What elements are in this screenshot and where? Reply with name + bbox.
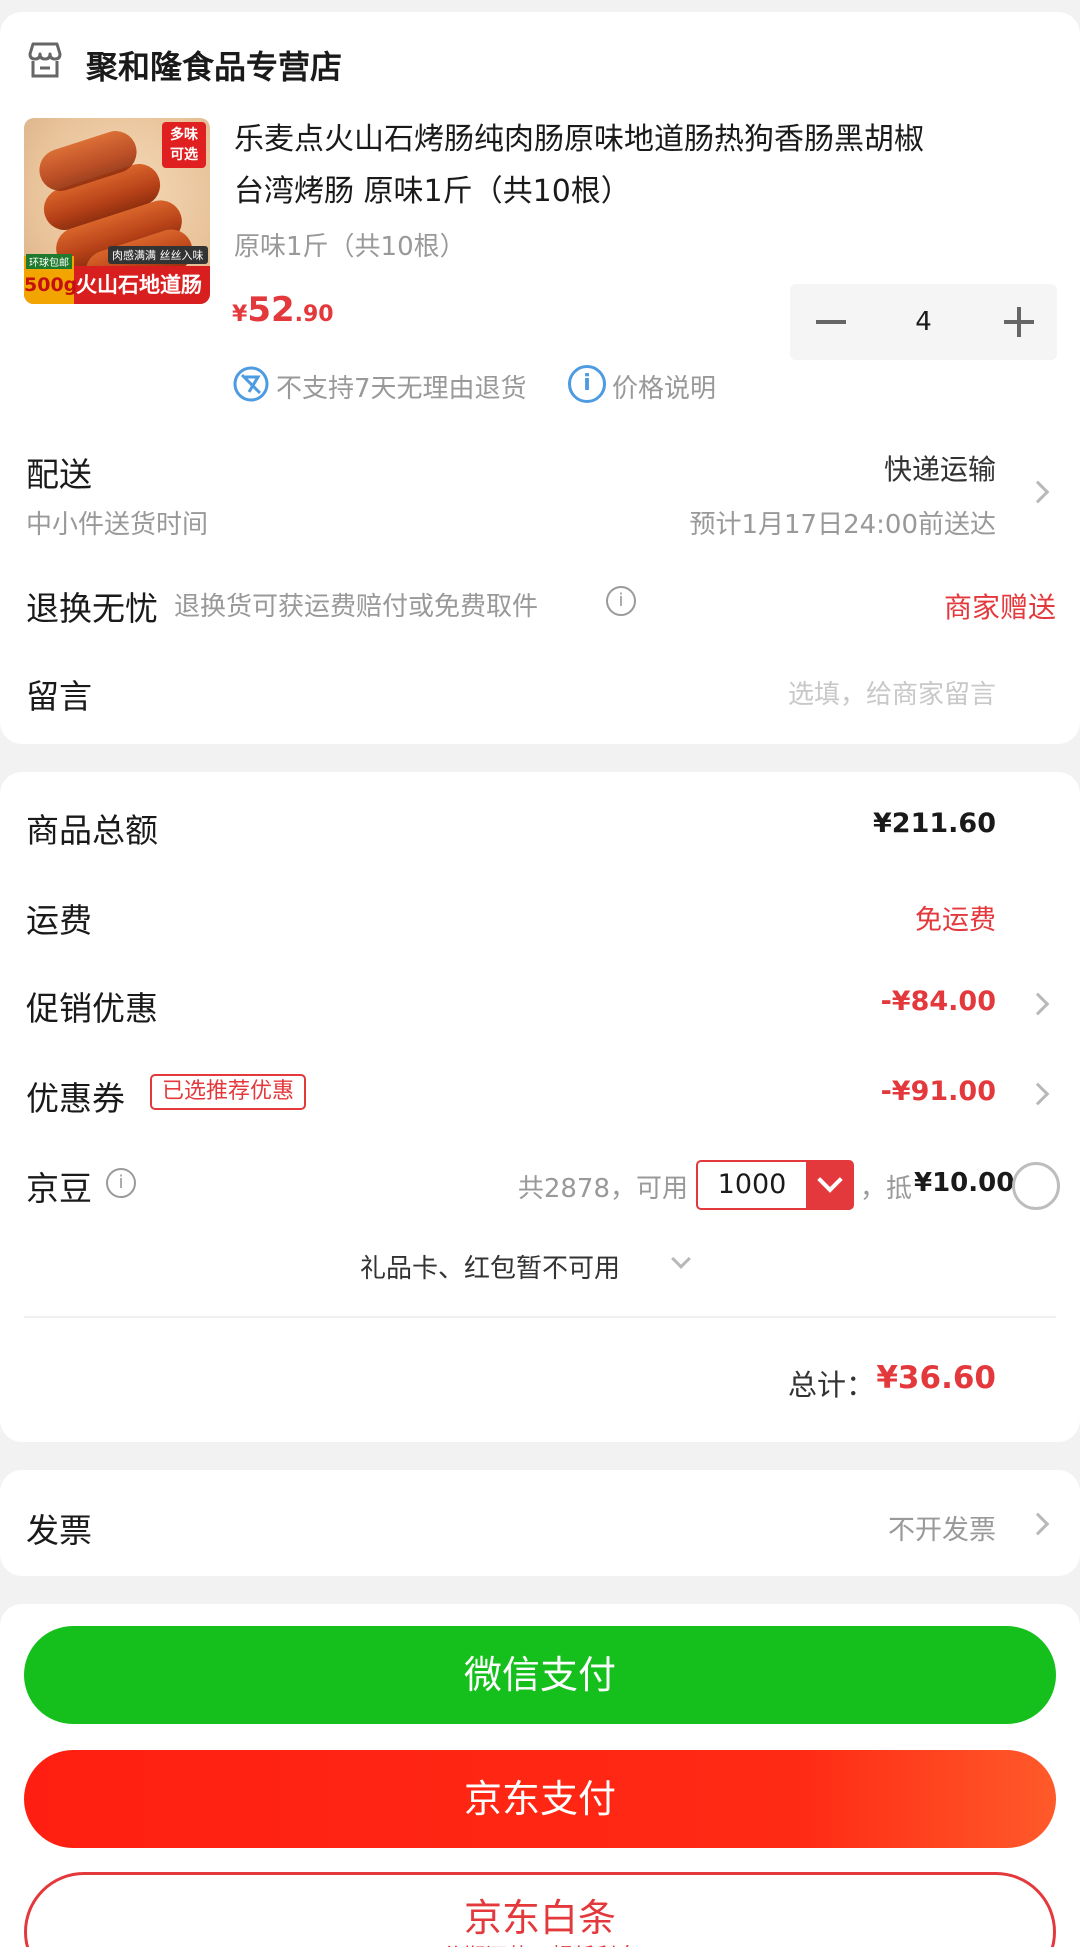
baitiao-sub: 分期还款 · 超低利息 [27, 1939, 1053, 1947]
chevron-down-icon[interactable] [806, 1160, 854, 1210]
coupon-label: 优惠券 [26, 1079, 125, 1118]
price-note-link[interactable]: 价格说明 [612, 368, 716, 405]
product-title-line1[interactable]: 乐麦点火山石烤肠纯肉肠原味地道肠热狗香肠黑胡椒 [234, 120, 924, 160]
minus-icon[interactable] [816, 320, 846, 324]
total-label: 总计： [788, 1368, 876, 1402]
beans-amount-select[interactable]: 1000 [696, 1160, 806, 1210]
coupon-recommend-tag: 已选推荐优惠 [150, 1074, 307, 1110]
beans-deduct-value: ¥10.00 [914, 1168, 1015, 1198]
chevron-right-icon[interactable] [1026, 1082, 1050, 1106]
promo-label: 促销优惠 [26, 989, 158, 1028]
product-title-line2[interactable]: 台湾烤肠 原味1斤（共10根） [234, 172, 631, 212]
thumb-note: 肉感满满 丝丝入味 [108, 246, 208, 264]
beans-deduct-prefix: ，抵 [860, 1174, 913, 1204]
info-icon[interactable]: i [568, 365, 606, 403]
no-return-icon [233, 366, 269, 402]
store-icon [28, 42, 62, 78]
promo-value[interactable]: -¥84.00 [881, 986, 996, 1017]
price-summary-card: 商品总额 ¥211.60 运费 免运费 促销优惠 -¥84.00 优惠券 已选推… [0, 772, 1080, 1442]
exchange-desc: 退换货可获运费赔付或免费取件 [174, 592, 539, 622]
beans-radio[interactable] [1012, 1162, 1060, 1210]
invoice-row[interactable]: 发票 不开发票 [0, 1470, 1080, 1576]
info-icon[interactable]: i [606, 586, 636, 616]
thumb-variety-tag: 多味 可选 [162, 122, 206, 168]
message-label: 留言 [26, 677, 92, 716]
order-item-card: 聚和隆食品专营店 多味 可选 肉感满满 丝丝入味 火山石地道肠 500g 环球包… [0, 12, 1080, 744]
total-value: ¥36.60 [876, 1360, 996, 1396]
invoice-label: 发票 [26, 1511, 92, 1550]
shipping-value: 免运费 [915, 905, 996, 936]
shipping-label: 运费 [26, 901, 92, 940]
beans-available: 共2878，可用 [517, 1174, 688, 1204]
goods-total-label: 商品总额 [26, 811, 158, 850]
delivery-sub: 中小件送货时间 [26, 510, 209, 540]
divider [24, 1316, 1056, 1318]
chevron-right-icon[interactable] [1026, 480, 1050, 504]
delivery-method[interactable]: 快递运输 [884, 448, 996, 488]
exchange-value[interactable]: 商家赠送 [944, 586, 1056, 626]
delivery-label: 配送 [26, 455, 92, 494]
quantity-stepper: 4 [790, 284, 1057, 360]
gift-card-note[interactable]: 礼品卡、红包暂不可用 [360, 1248, 620, 1285]
no-return-text: 不支持7天无理由退货 [276, 374, 527, 404]
message-input[interactable]: 选填，给商家留言 [788, 674, 996, 711]
exchange-label: 退换无忧 [26, 589, 158, 628]
baitiao-label: 京东白条 [463, 1896, 616, 1940]
beans-label: 京豆 [26, 1169, 92, 1208]
product-spec[interactable]: 原味1斤（共10根） [234, 226, 466, 263]
product-thumbnail[interactable]: 多味 可选 肉感满满 丝丝入味 火山石地道肠 500g 环球包邮 [24, 118, 210, 304]
delivery-eta[interactable]: 预计1月17日24:00前送达 [689, 504, 996, 541]
store-name[interactable]: 聚和隆食品专营店 [86, 42, 342, 88]
quantity-value[interactable]: 4 [890, 284, 957, 360]
plus-icon-vertical [1017, 307, 1021, 337]
product-price: ¥52.90 [232, 290, 334, 330]
chevron-right-icon[interactable] [1026, 1512, 1050, 1536]
coupon-value[interactable]: -¥91.00 [881, 1076, 996, 1107]
jd-baitiao-button[interactable]: 京东白条 分期还款 · 超低利息 [24, 1872, 1056, 1947]
wechat-pay-button[interactable]: 微信支付 [24, 1626, 1056, 1724]
goods-total-value: ¥211.60 [873, 808, 996, 839]
chevron-down-icon[interactable] [671, 1249, 691, 1269]
invoice-value[interactable]: 不开发票 [888, 1508, 996, 1547]
thumb-top-badge: 环球包邮 [26, 254, 72, 269]
chevron-right-icon[interactable] [1026, 992, 1050, 1016]
payment-options-card: 微信支付 京东支付 京东白条 分期还款 · 超低利息 [0, 1604, 1080, 1947]
info-icon[interactable]: i [106, 1168, 136, 1198]
jd-pay-button[interactable]: 京东支付 [24, 1750, 1056, 1848]
